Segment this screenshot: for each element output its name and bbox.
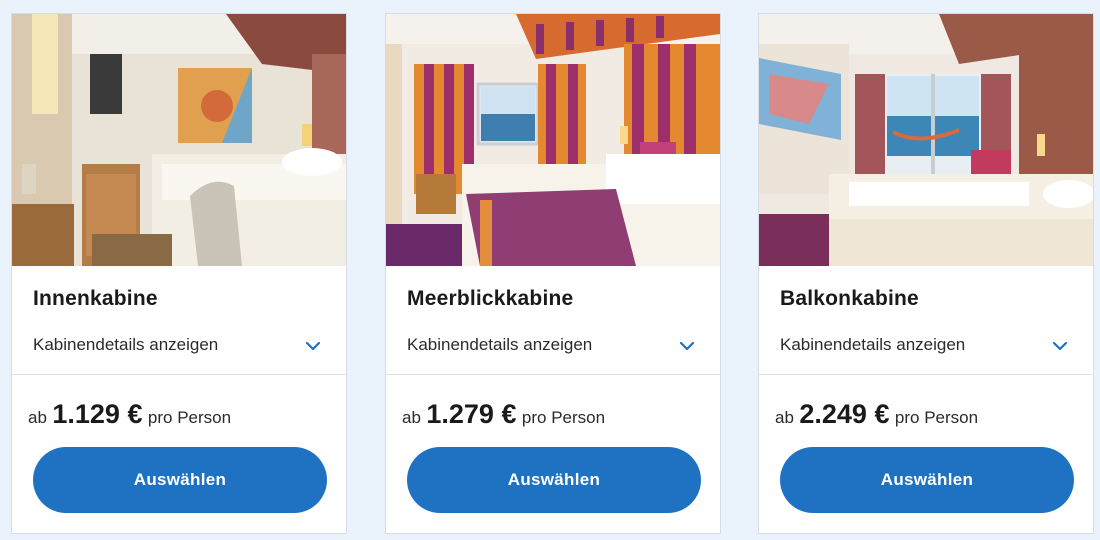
balcony-cabin-photo — [759, 14, 1093, 266]
price-row: ab 2.249 € pro Person — [775, 399, 978, 430]
price-row: ab 1.129 € pro Person — [28, 399, 231, 430]
divider — [12, 374, 346, 375]
chevron-down-icon — [305, 341, 321, 351]
cabin-details-toggle[interactable]: Kabinendetails anzeigen — [759, 330, 1093, 374]
sea-view-cabin-photo — [386, 14, 720, 266]
select-button[interactable]: Auswählen — [780, 447, 1074, 513]
price-suffix: pro Person — [147, 408, 232, 427]
chevron-down-icon — [679, 341, 695, 351]
cabin-title: Balkonkabine — [780, 287, 919, 310]
price-prefix: ab — [28, 408, 47, 427]
cabin-details-toggle[interactable]: Kabinendetails anzeigen — [386, 330, 720, 374]
divider — [759, 374, 1093, 375]
price-prefix: ab — [775, 408, 794, 427]
cabin-title: Meerblickkabine — [407, 287, 574, 310]
price-suffix: pro Person — [894, 408, 979, 427]
cabin-card-balkonkabine: Balkonkabine Kabinendetails anzeigen ab … — [758, 13, 1094, 534]
price-amount: 1.129 € — [52, 399, 143, 429]
price-suffix: pro Person — [521, 408, 606, 427]
cabin-card-innenkabine: Innenkabine Kabinendetails anzeigen ab 1… — [11, 13, 347, 534]
cabin-details-label: Kabinendetails anzeigen — [407, 335, 593, 354]
cabin-details-label: Kabinendetails anzeigen — [780, 335, 966, 354]
cabin-title: Innenkabine — [33, 287, 158, 310]
cabin-card-meerblickkabine: Meerblickkabine Kabinendetails anzeigen … — [385, 13, 721, 534]
cabin-details-toggle[interactable]: Kabinendetails anzeigen — [12, 330, 346, 374]
price-prefix: ab — [402, 408, 421, 427]
cabin-details-label: Kabinendetails anzeigen — [33, 335, 219, 354]
select-button[interactable]: Auswählen — [33, 447, 327, 513]
cabin-cards: Innenkabine Kabinendetails anzeigen ab 1… — [0, 0, 1100, 540]
price-amount: 2.249 € — [799, 399, 890, 429]
inside-cabin-photo — [12, 14, 346, 266]
price-amount: 1.279 € — [426, 399, 517, 429]
chevron-down-icon — [1052, 341, 1068, 351]
price-row: ab 1.279 € pro Person — [402, 399, 605, 430]
select-button[interactable]: Auswählen — [407, 447, 701, 513]
divider — [386, 374, 720, 375]
